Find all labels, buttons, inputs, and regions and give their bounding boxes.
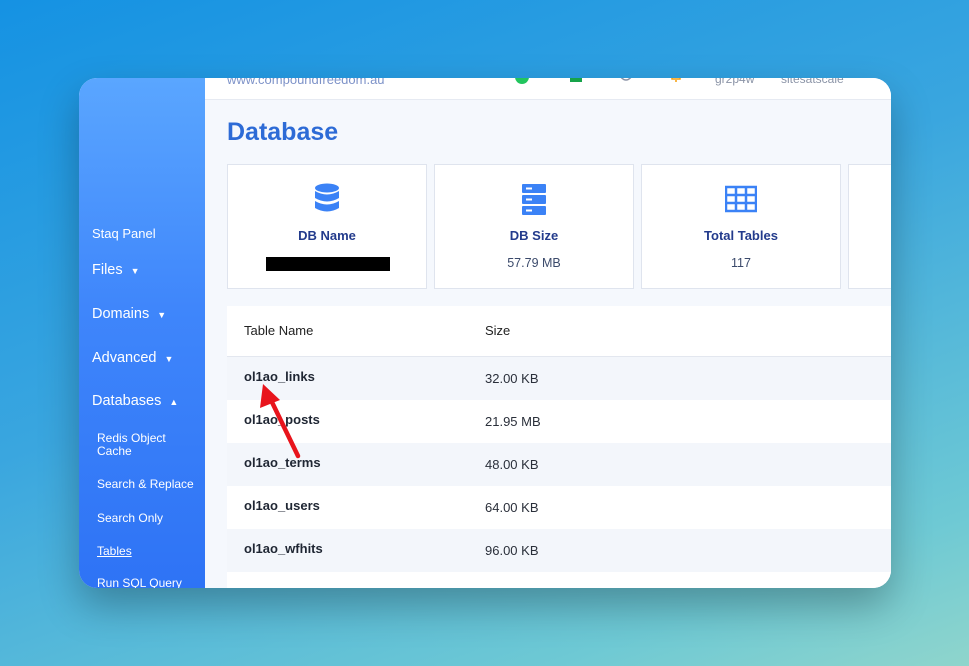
table-row[interactable] bbox=[227, 572, 891, 588]
sidebar-subitem-run-sql-query[interactable]: Run SQL Query bbox=[97, 577, 203, 589]
sidebar-item-advanced[interactable]: Advanced ▼ bbox=[92, 350, 173, 366]
sidebar-item-label: Databases bbox=[92, 393, 162, 409]
table-size-cell: 48.00 KB bbox=[485, 457, 539, 472]
tables-list: Table Name Size ol1ao_links 32.00 KB ol1… bbox=[227, 306, 891, 588]
sidebar-panel-label[interactable]: Staq Panel bbox=[92, 226, 156, 241]
table-size-cell: 64.00 KB bbox=[485, 500, 539, 515]
table-row[interactable]: ol1ao_terms 48.00 KB bbox=[227, 443, 891, 486]
cloud-icon[interactable] bbox=[619, 78, 633, 84]
sidebar-item-label: Files bbox=[92, 262, 123, 278]
table-name-cell[interactable]: ol1ao_links bbox=[244, 369, 315, 384]
table-row[interactable]: ol1ao_wfhits 96.00 KB bbox=[227, 529, 891, 572]
sidebar-subitem-tables[interactable]: Tables bbox=[97, 545, 203, 558]
bell-icon[interactable] bbox=[669, 78, 683, 84]
extra-card bbox=[848, 164, 891, 289]
db-name-card: DB Name bbox=[227, 164, 427, 289]
table-row[interactable]: ol1ao_posts 21.95 MB bbox=[227, 400, 891, 443]
check-circle-icon[interactable] bbox=[515, 78, 529, 84]
app-window: Staq Panel Files ▼ Domains ▼ Advanced ▼ … bbox=[79, 78, 891, 588]
chevron-down-icon: ▼ bbox=[164, 354, 174, 364]
total-tables-card: Total Tables 117 bbox=[641, 164, 841, 289]
site-name[interactable]: sitesatscale bbox=[781, 78, 844, 86]
top-bar: www.compoundfreedom.au gr2p4w sitesatsca… bbox=[205, 78, 891, 100]
db-name-label: DB Name bbox=[298, 228, 356, 243]
total-tables-label: Total Tables bbox=[704, 228, 778, 243]
table-size-cell: 21.95 MB bbox=[485, 414, 541, 429]
database-icon bbox=[315, 183, 339, 212]
table-size-cell: 96.00 KB bbox=[485, 543, 539, 558]
sidebar-item-label: Advanced bbox=[92, 350, 157, 366]
main-content: www.compoundfreedom.au gr2p4w sitesatsca… bbox=[205, 78, 891, 588]
table-name-cell[interactable]: ol1ao_posts bbox=[244, 412, 320, 427]
total-tables-value: 117 bbox=[731, 256, 751, 270]
sidebar-item-label: Domains bbox=[92, 306, 150, 322]
db-size-card: DB Size 57.79 MB bbox=[434, 164, 634, 289]
excel-icon[interactable] bbox=[569, 78, 583, 84]
table-name-cell[interactable]: ol1ao_wfhits bbox=[244, 541, 323, 556]
sidebar-subitem-search-only[interactable]: Search Only bbox=[97, 512, 203, 525]
chevron-down-icon: ▼ bbox=[130, 266, 140, 276]
table-row[interactable]: ol1ao_users 64.00 KB bbox=[227, 486, 891, 529]
column-header-table-name[interactable]: Table Name bbox=[244, 306, 313, 356]
sidebar-item-files[interactable]: Files ▼ bbox=[92, 262, 140, 278]
table-name-cell[interactable]: ol1ao_users bbox=[244, 498, 320, 513]
sidebar-subitem-search-replace[interactable]: Search & Replace bbox=[97, 478, 203, 491]
redacted-db-name bbox=[266, 257, 390, 271]
db-size-label: DB Size bbox=[509, 228, 559, 243]
column-header-size[interactable]: Size bbox=[485, 306, 510, 356]
table-grid-icon bbox=[725, 185, 757, 213]
sidebar-item-domains[interactable]: Domains ▼ bbox=[92, 306, 166, 322]
db-size-value: 57.79 MB bbox=[507, 256, 561, 270]
server-icon bbox=[522, 184, 546, 215]
sidebar-subitem-redis-object-cache[interactable]: Redis Object Cache bbox=[97, 432, 203, 458]
chevron-up-icon: ▲ bbox=[169, 397, 179, 407]
user-name[interactable]: gr2p4w bbox=[715, 78, 754, 86]
table-size-cell: 32.00 KB bbox=[485, 371, 539, 386]
site-url-link[interactable]: www.compoundfreedom.au bbox=[227, 78, 385, 87]
sidebar: Staq Panel Files ▼ Domains ▼ Advanced ▼ … bbox=[79, 78, 205, 588]
chevron-down-icon: ▼ bbox=[157, 310, 167, 320]
sidebar-item-databases[interactable]: Databases ▲ bbox=[92, 393, 178, 409]
table-row[interactable]: ol1ao_links 32.00 KB bbox=[227, 357, 891, 400]
page-title: Database bbox=[227, 118, 339, 146]
table-name-cell[interactable]: ol1ao_terms bbox=[244, 455, 321, 470]
